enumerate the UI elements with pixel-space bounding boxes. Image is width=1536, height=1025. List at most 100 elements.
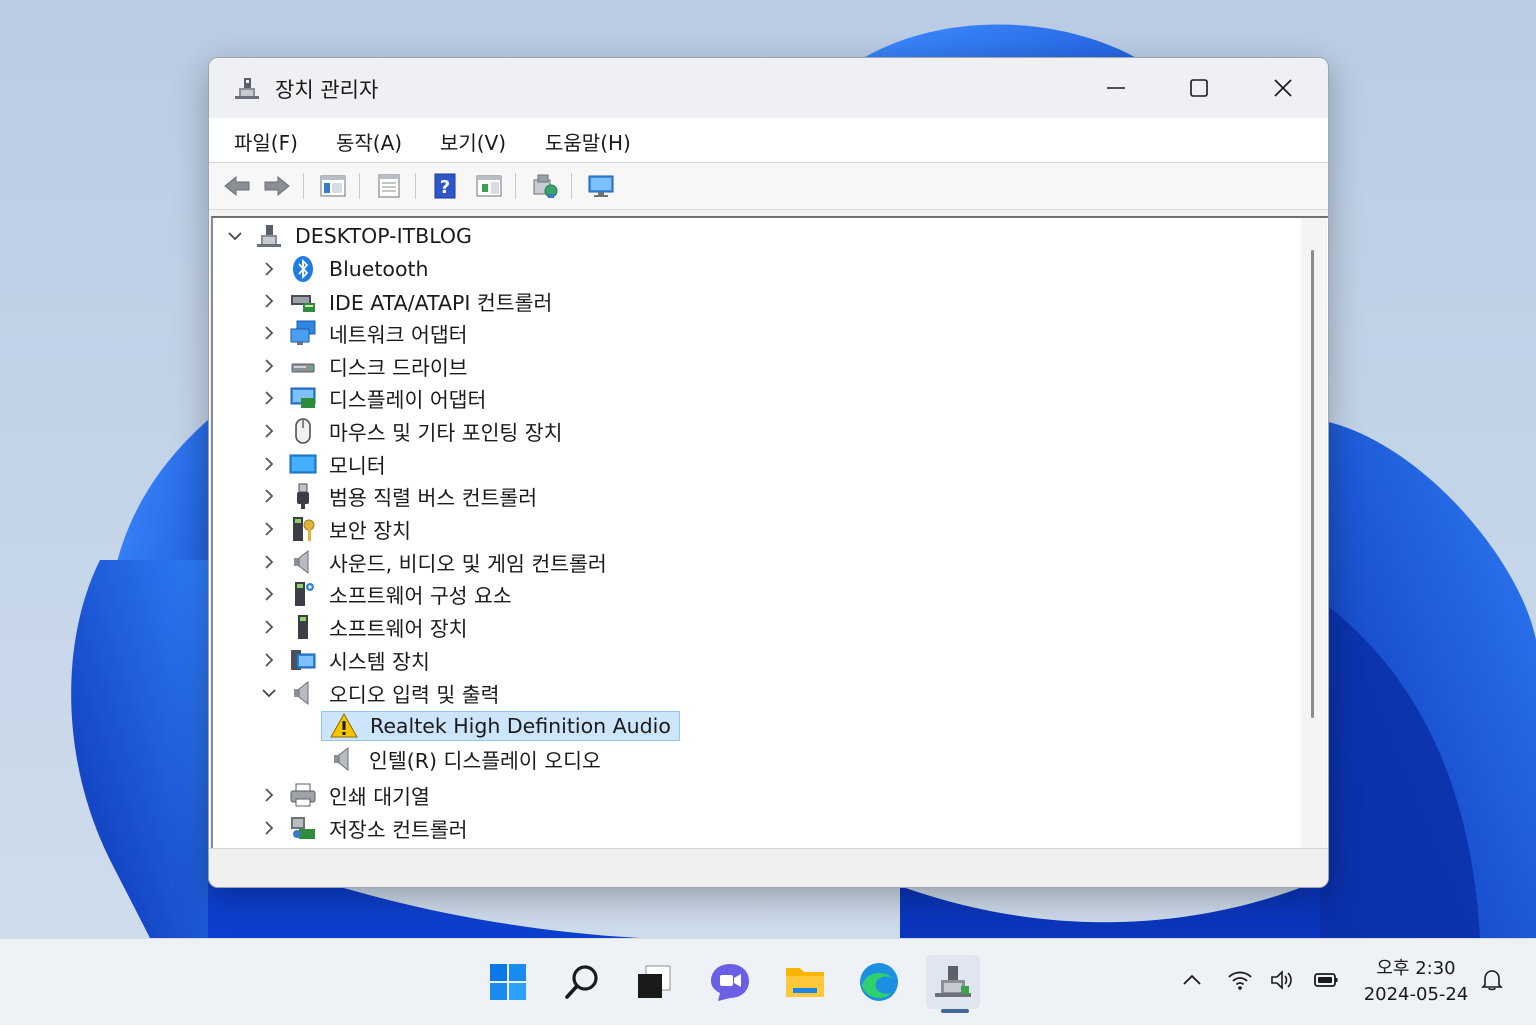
help-icon: ? (434, 173, 456, 199)
chevron-right-icon[interactable] (261, 652, 277, 668)
speaker-icon (289, 679, 317, 707)
edge-browser-button[interactable] (852, 955, 906, 1009)
device-manager-taskbar-button[interactable] (926, 955, 980, 1009)
action-pane-button[interactable] (473, 171, 505, 201)
tree-item-system-devices[interactable]: 시스템 장치 (261, 644, 438, 676)
tree-item-sound-controllers[interactable]: 사운드, 비디오 및 게임 컨트롤러 (261, 546, 615, 578)
chevron-right-icon[interactable] (261, 488, 277, 504)
tree-item-security-devices[interactable]: 보안 장치 (261, 513, 419, 545)
battery-icon (1314, 973, 1338, 987)
chevron-right-icon[interactable] (261, 390, 277, 406)
device-tree[interactable]: DESKTOP-ITBLOG Bluetooth IDE ATA/ATAPI 컨… (211, 216, 1328, 848)
toolbar: ? (209, 163, 1328, 210)
software-component-icon (289, 580, 317, 608)
toolbar-separator (515, 173, 516, 199)
notifications-button[interactable] (1477, 966, 1507, 994)
chat-icon (711, 964, 749, 1001)
battery-button[interactable] (1311, 966, 1341, 994)
menu-view[interactable]: 보기(V) (440, 127, 506, 156)
chat-button[interactable] (703, 955, 757, 1009)
tree-item-audio-inputs-outputs[interactable]: 오디오 입력 및 출력 (261, 677, 507, 709)
chevron-right-icon[interactable] (261, 820, 277, 836)
tree-item-software-components[interactable]: 소프트웨어 구성 요소 (261, 578, 520, 610)
tree-item-print-queues[interactable]: 인쇄 대기열 (261, 779, 438, 811)
wifi-button[interactable] (1225, 966, 1255, 994)
speaker-icon (329, 745, 357, 773)
volume-button[interactable] (1267, 966, 1297, 994)
monitor-icon (289, 450, 317, 478)
maximize-button[interactable] (1167, 68, 1231, 108)
clock-time: 오후 2:30 (1376, 958, 1456, 979)
monitor-button[interactable] (585, 171, 617, 201)
help-button[interactable]: ? (429, 171, 461, 201)
chevron-right-icon[interactable] (261, 787, 277, 803)
tree-item-mice[interactable]: 마우스 및 기타 포인팅 장치 (261, 415, 571, 447)
tree-root-label: DESKTOP-ITBLOG (295, 224, 472, 248)
properties-button[interactable] (373, 171, 405, 201)
minimize-button[interactable] (1084, 68, 1148, 108)
menu-action[interactable]: 동작(A) (336, 127, 402, 156)
properties-icon (378, 174, 400, 198)
tree-item-usb-controllers[interactable]: 범용 직렬 버스 컨트롤러 (261, 480, 545, 512)
bell-icon (1481, 970, 1503, 991)
chevron-right-icon[interactable] (261, 521, 277, 537)
show-hide-console-button[interactable] (317, 171, 349, 201)
device-manager-window: 장치 관리자 파일(F) 동작(A) 보기(V) 도움말(H) ? DESKTO… (208, 57, 1329, 888)
device-manager-icon (935, 966, 971, 997)
forward-arrow-icon (264, 175, 290, 197)
tree-item-bluetooth[interactable]: Bluetooth (261, 253, 437, 285)
chevron-right-icon[interactable] (261, 293, 277, 309)
selection-highlight[interactable]: Realtek High Definition Audio (321, 711, 680, 741)
start-button[interactable] (481, 955, 535, 1009)
chevron-right-icon[interactable] (261, 325, 277, 341)
windows-start-icon (490, 964, 526, 1000)
chevron-down-icon[interactable] (227, 228, 243, 244)
title-bar[interactable]: 장치 관리자 (209, 58, 1328, 118)
window-title: 장치 관리자 (275, 78, 379, 102)
task-view-button[interactable] (627, 955, 681, 1009)
tree-item-intel-display-audio[interactable]: 인텔(R) 디스플레이 오디오 (329, 743, 609, 775)
taskbar (0, 938, 1536, 1025)
vertical-scrollbar[interactable] (1301, 218, 1327, 848)
menu-help[interactable]: 도움말(H) (545, 127, 631, 156)
scan-hardware-button[interactable] (529, 171, 561, 201)
close-icon (1274, 79, 1292, 97)
minimize-icon (1107, 87, 1125, 89)
chevron-right-icon[interactable] (261, 554, 277, 570)
tree-item-software-devices[interactable]: 소프트웨어 장치 (261, 611, 476, 643)
tree-item-ide-controller[interactable]: IDE ATA/ATAPI 컨트롤러 (261, 285, 560, 317)
chevron-up-icon (1183, 974, 1201, 985)
chevron-down-icon[interactable] (261, 685, 277, 701)
menu-file[interactable]: 파일(F) (234, 127, 298, 156)
scroll-thumb[interactable] (1311, 250, 1314, 718)
search-button[interactable] (555, 955, 609, 1009)
volume-icon (1271, 970, 1292, 990)
tree-item-network-adapters[interactable]: 네트워크 어댑터 (261, 317, 476, 349)
tree-item-realtek-audio[interactable]: Realtek High Definition Audio (321, 710, 680, 742)
tree-item-storage-controllers[interactable]: 저장소 컨트롤러 (261, 812, 476, 844)
tree-root[interactable]: DESKTOP-ITBLOG (227, 220, 480, 252)
wifi-icon (1228, 971, 1252, 990)
tree-item-disk-drives[interactable]: 디스크 드라이브 (261, 350, 476, 382)
tree-item-display-adapters[interactable]: 디스플레이 어댑터 (261, 382, 494, 414)
forward-button[interactable] (261, 171, 293, 201)
chevron-right-icon[interactable] (261, 358, 277, 374)
storage-controller-icon (289, 814, 317, 842)
edge-browser-icon (860, 963, 898, 1001)
file-explorer-button[interactable] (778, 955, 832, 1009)
active-app-indicator (941, 1009, 969, 1013)
chevron-right-icon[interactable] (261, 261, 277, 277)
back-button[interactable] (221, 171, 253, 201)
chevron-right-icon[interactable] (261, 423, 277, 439)
clock-date: 2024-05-24 (1363, 984, 1469, 1005)
close-button[interactable] (1251, 68, 1315, 108)
system-clock[interactable]: 오후 2:30 2024-05-24 (1360, 956, 1472, 1008)
chevron-right-icon[interactable] (261, 456, 277, 472)
tree-item-monitors[interactable]: 모니터 (261, 448, 394, 480)
show-hidden-icons-button[interactable] (1177, 966, 1207, 994)
chevron-right-icon[interactable] (261, 619, 277, 635)
toolbar-separator (415, 173, 416, 199)
warning-icon (330, 712, 358, 740)
chevron-right-icon[interactable] (261, 586, 277, 602)
device-manager-icon (233, 74, 261, 102)
